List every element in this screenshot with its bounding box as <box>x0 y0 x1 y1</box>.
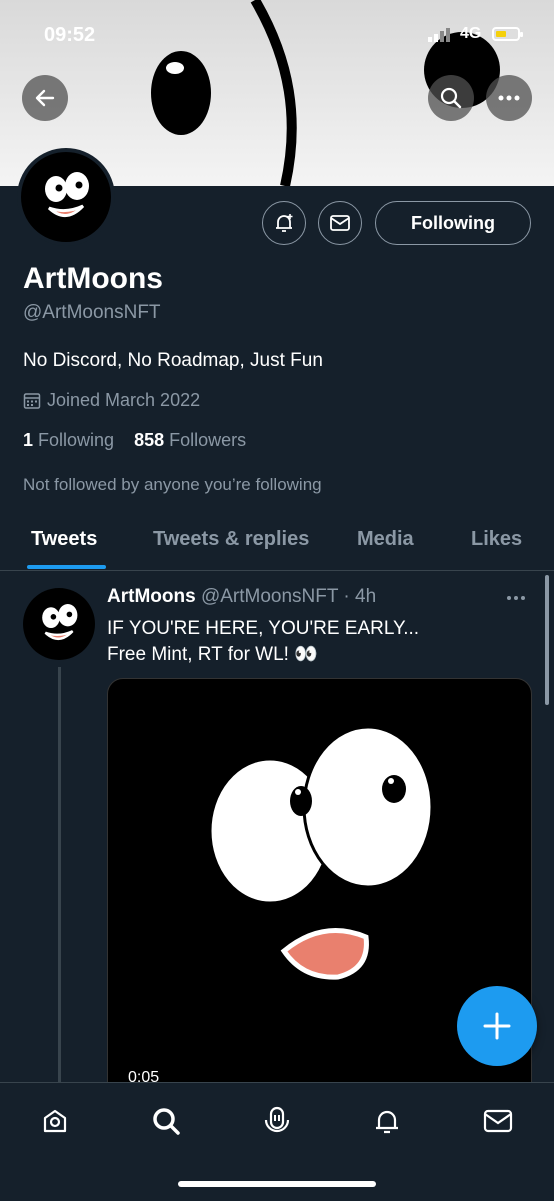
search-icon <box>153 1108 180 1135</box>
tweet-avatar[interactable] <box>23 588 95 660</box>
nav-home[interactable] <box>35 1101 75 1141</box>
tab-media[interactable]: Media <box>357 528 414 551</box>
bell-plus-icon <box>276 214 293 232</box>
notifications-subscribe-button[interactable] <box>262 201 306 245</box>
avatar-image <box>42 604 78 640</box>
scrollbar[interactable] <box>545 575 549 705</box>
back-button[interactable] <box>22 75 68 121</box>
followers-label: Followers <box>169 430 247 450</box>
profile-tabs: Tweets Tweets & replies Media Likes <box>0 520 554 571</box>
messages-icon <box>483 1109 513 1133</box>
compose-tweet-button[interactable] <box>457 986 537 1066</box>
message-button[interactable] <box>318 201 362 245</box>
tweet-time: · 4h <box>343 586 377 607</box>
tab-likes[interactable]: Likes <box>471 528 522 551</box>
more-horizontal-icon <box>507 596 525 600</box>
more-horizontal-icon <box>498 95 520 101</box>
active-tab-indicator <box>27 565 106 569</box>
avatar-image <box>45 172 89 217</box>
follow-counts: 1 Following 858 Followers <box>23 430 246 451</box>
spaces-icon <box>264 1106 290 1133</box>
envelope-icon <box>330 215 350 231</box>
network-type: 4G <box>460 25 482 42</box>
following-label: Following <box>38 430 115 450</box>
plus-icon <box>483 1012 511 1040</box>
nav-messages[interactable] <box>478 1101 518 1141</box>
joined-date: Joined March 2022 <box>23 390 200 411</box>
status-time: 09:52 <box>44 24 96 46</box>
arrow-left-icon <box>35 89 55 107</box>
joined-text: Joined March 2022 <box>47 390 201 410</box>
following-link[interactable]: 1 Following <box>23 430 114 450</box>
tweet-text-line: Free Mint, RT for WL! 👀 <box>107 644 318 665</box>
following-button[interactable]: Following <box>375 201 531 245</box>
profile-bio: No Discord, No Roadmap, Just Fun <box>23 350 323 371</box>
followers-count: 858 <box>134 430 165 450</box>
notifications-icon <box>376 1110 398 1134</box>
tweet-author-name[interactable]: ArtMoons <box>107 586 196 607</box>
battery-icon <box>492 27 523 41</box>
nav-spaces[interactable] <box>257 1101 297 1141</box>
signal-icon <box>428 28 450 42</box>
tab-tweets[interactable]: Tweets <box>31 528 97 551</box>
profile-avatar[interactable] <box>17 148 115 246</box>
nav-search[interactable] <box>146 1101 186 1141</box>
tweet-more-button[interactable] <box>506 584 526 607</box>
profile-name: ArtMoons <box>23 262 163 295</box>
status-bar: 09:52 4G <box>0 0 554 60</box>
profile-handle: @ArtMoonsNFT <box>23 302 161 323</box>
tweet-author-handle: @ArtMoonsNFT <box>200 586 339 607</box>
thread-line <box>58 667 61 1082</box>
search-icon <box>440 87 462 109</box>
tab-tweets-replies[interactable]: Tweets & replies <box>153 528 309 551</box>
nav-notifications[interactable] <box>367 1101 407 1141</box>
not-followed-note: Not followed by anyone you’re following <box>23 475 322 494</box>
home-indicator[interactable] <box>178 1181 376 1187</box>
following-count: 1 <box>23 430 34 450</box>
more-options-button[interactable] <box>486 75 532 121</box>
tweet-text-line: IF YOU'RE HERE, YOU'RE EARLY... <box>107 618 420 639</box>
tweet-header: ArtMoons @ArtMoonsNFT · 4h <box>107 586 376 608</box>
tweet-text: IF YOU'RE HERE, YOU'RE EARLY... Free Min… <box>107 616 527 668</box>
calendar-icon <box>23 392 41 409</box>
home-icon <box>43 1109 67 1133</box>
followers-link[interactable]: 858 Followers <box>134 430 246 450</box>
search-button[interactable] <box>428 75 474 121</box>
